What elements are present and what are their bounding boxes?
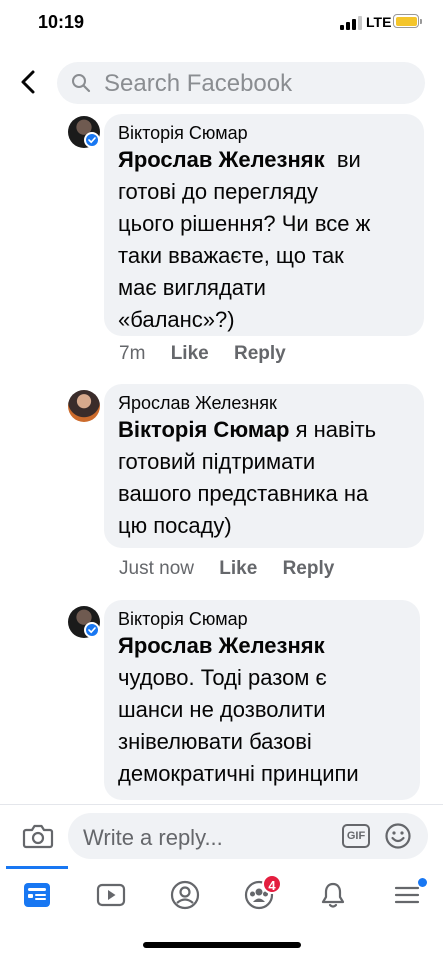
tab-bar: 4 [0, 866, 443, 960]
tab-watch[interactable] [86, 874, 136, 916]
comment: Ярослав Железняк Вікторія Сюмар я навіть… [0, 384, 443, 584]
reply-composer: Write a reply... GIF [0, 804, 443, 866]
status-time: 10:19 [38, 12, 85, 32]
reply-button[interactable]: Reply [283, 558, 335, 579]
comment-text-line: вашого представника на [118, 481, 369, 506]
tab-groups[interactable]: 4 [234, 874, 284, 916]
tab-notifications[interactable] [308, 874, 358, 916]
comment-bubble[interactable]: Вікторія Сюмар Ярослав Железняк чудово. … [104, 600, 420, 800]
comment-text-line: шанси не дозволити [118, 697, 326, 722]
comment-text: Ярослав Железняк чудово. Тоді разом є ша… [118, 630, 406, 790]
like-button[interactable]: Like [219, 558, 257, 579]
comment-text-line: я навіть [295, 417, 377, 442]
comment: Вікторія Сюмар Ярослав Железняк чудово. … [0, 600, 443, 804]
menu-notification-dot [418, 878, 427, 887]
tab-menu[interactable] [382, 874, 432, 916]
search-input[interactable]: Search Facebook [57, 62, 425, 104]
comment-text: Ярослав Железняк ви готові до перегляду … [118, 144, 410, 336]
watch-icon [96, 883, 126, 907]
comment-text-line: чудово. Тоді разом є [118, 665, 327, 690]
verified-badge-icon [84, 132, 100, 148]
comment-timestamp: 7m [119, 343, 146, 364]
comment-text-line: готовий підтримати [118, 449, 316, 474]
cellular-signal-icon [340, 16, 362, 30]
comment-author[interactable]: Ярослав Железняк [118, 392, 410, 414]
comment-text-line: має виглядати [118, 275, 266, 300]
comment-text-line: демократичні принципи [118, 761, 359, 786]
comment-text: Вікторія Сюмар я навіть готовий підтрима… [118, 414, 410, 542]
reply-placeholder: Write a reply... [83, 825, 223, 850]
comment-text-line: ви [336, 147, 361, 172]
avatar[interactable] [68, 390, 100, 422]
comment-text-line: цього рішення? Чи все ж [118, 211, 371, 236]
comment-text-line: цю посаду) [118, 513, 232, 538]
comment-bubble[interactable]: Вікторія Сюмар Ярослав Железняк ви готов… [104, 114, 424, 336]
notifications-bell-icon [321, 882, 345, 908]
network-type: LTE [366, 14, 392, 30]
comment-text-line: готові до перегляду [118, 179, 318, 204]
camera-icon [22, 824, 54, 849]
chevron-left-icon [21, 70, 35, 94]
like-button[interactable]: Like [171, 343, 209, 364]
emoji-icon[interactable] [384, 822, 412, 850]
mention-link[interactable]: Ярослав Железняк [118, 633, 325, 658]
comment: Вікторія Сюмар Ярослав Железняк ви готов… [0, 114, 443, 368]
search-icon [72, 74, 91, 93]
comment-text-line: знівелювати базові [118, 729, 312, 754]
reply-button[interactable]: Reply [234, 343, 286, 364]
comment-bubble[interactable]: Ярослав Железняк Вікторія Сюмар я навіть… [104, 384, 424, 548]
news-feed-icon [24, 883, 50, 907]
comment-text-line: «баланс»?) [118, 307, 235, 332]
camera-button[interactable] [22, 821, 54, 851]
status-bar: 10:19 LTE [0, 0, 443, 48]
search-header: Search Facebook [0, 52, 443, 114]
gif-button[interactable]: GIF [342, 824, 370, 848]
comment-actions: 7m Like Reply [119, 343, 306, 365]
tab-profile[interactable] [160, 874, 210, 916]
battery-icon [393, 14, 422, 28]
groups-notification-badge: 4 [262, 874, 282, 894]
comment-timestamp: Just now [119, 558, 194, 579]
profile-icon [170, 880, 200, 910]
comment-author[interactable]: Вікторія Сюмар [118, 608, 406, 630]
mention-link[interactable]: Вікторія Сюмар [118, 417, 289, 442]
mention-link[interactable]: Ярослав Железняк [118, 147, 325, 172]
home-indicator [143, 942, 301, 948]
search-placeholder: Search Facebook [104, 70, 293, 97]
comment-text-line: таки вважаєте, що так [118, 243, 344, 268]
tab-news-feed[interactable] [6, 866, 68, 916]
verified-badge-icon [84, 622, 100, 638]
back-button[interactable] [14, 66, 44, 98]
comment-actions: Just now Like Reply [119, 558, 354, 580]
comment-author[interactable]: Вікторія Сюмар [118, 122, 410, 144]
reply-input[interactable]: Write a reply... GIF [68, 813, 428, 859]
